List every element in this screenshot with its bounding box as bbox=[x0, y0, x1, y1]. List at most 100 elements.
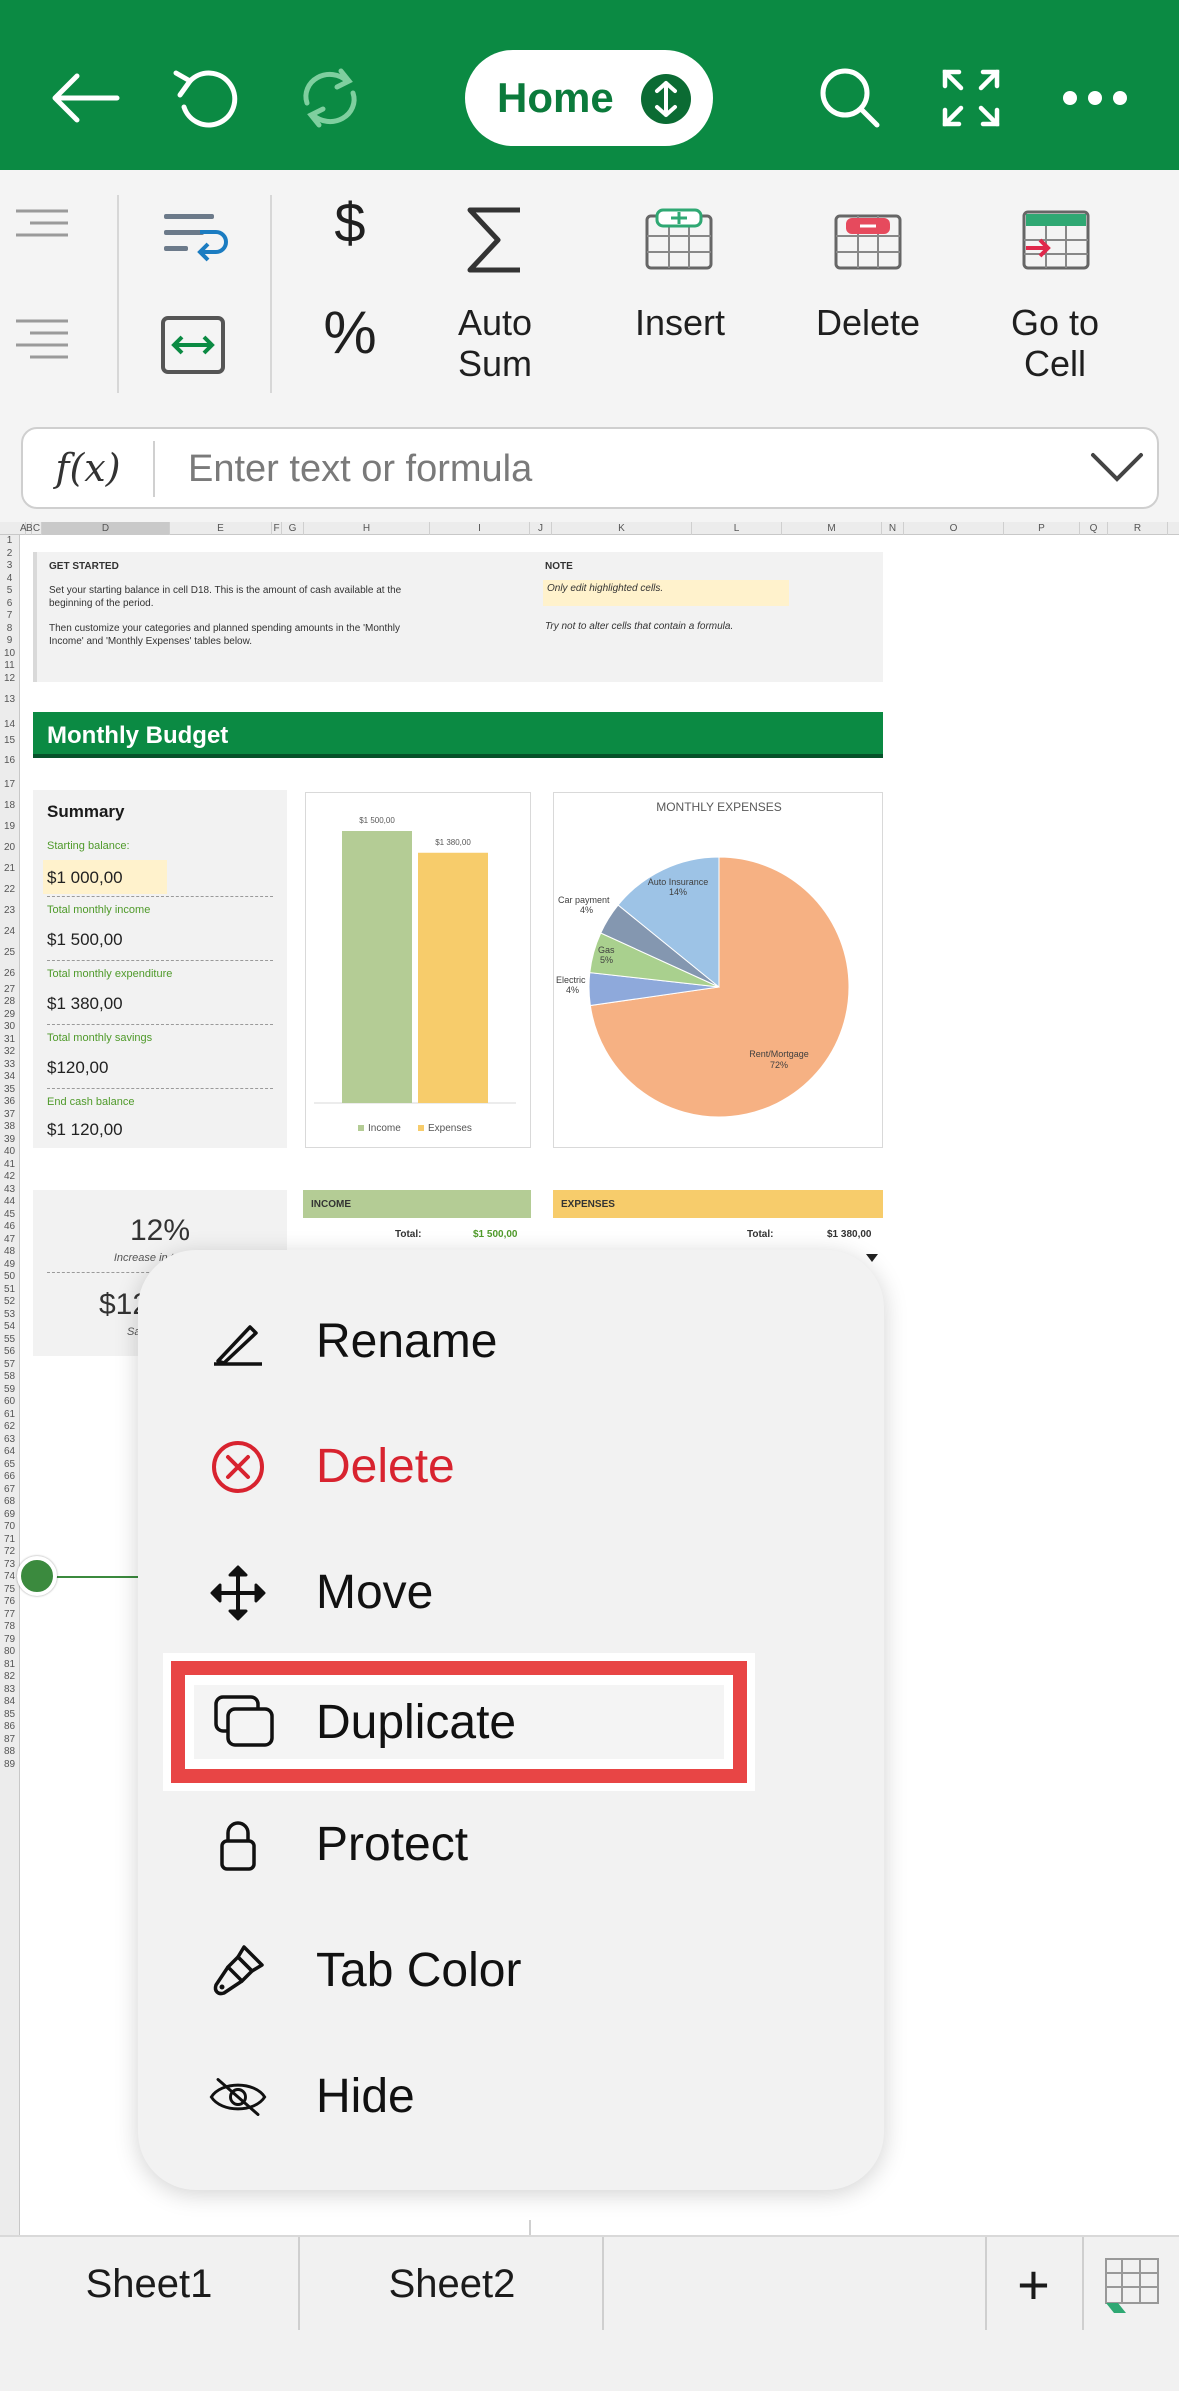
row-header[interactable]: 64 bbox=[0, 1446, 19, 1459]
row-header[interactable]: 38 bbox=[0, 1121, 19, 1134]
row-header[interactable]: 7 bbox=[0, 610, 19, 623]
wrap-text-icon[interactable] bbox=[160, 210, 230, 275]
tab-sheet2[interactable]: Sheet2 bbox=[302, 2237, 604, 2332]
row-header[interactable]: 89 bbox=[0, 1759, 19, 1772]
column-header[interactable]: E bbox=[170, 522, 272, 535]
row-header[interactable]: 8 bbox=[0, 623, 19, 636]
row-header[interactable]: 58 bbox=[0, 1371, 19, 1384]
column-header[interactable]: N bbox=[882, 522, 904, 535]
insert-button[interactable]: Insert bbox=[600, 302, 760, 343]
column-header[interactable]: R bbox=[1108, 522, 1168, 535]
row-header[interactable]: 17 bbox=[0, 774, 19, 795]
sheet-grid-icon[interactable] bbox=[1082, 2237, 1179, 2332]
row-header[interactable]: 72 bbox=[0, 1546, 19, 1559]
row-header[interactable]: 61 bbox=[0, 1409, 19, 1422]
row-header[interactable]: 30 bbox=[0, 1021, 19, 1034]
row-header[interactable]: 47 bbox=[0, 1234, 19, 1247]
row-header[interactable]: 88 bbox=[0, 1746, 19, 1759]
row-header[interactable]: 43 bbox=[0, 1184, 19, 1197]
column-header[interactable]: H bbox=[304, 522, 430, 535]
row-header[interactable]: 80 bbox=[0, 1646, 19, 1659]
menu-item-duplicate[interactable]: Duplicate bbox=[194, 1685, 724, 1759]
home-tab-selector[interactable]: Home bbox=[465, 50, 713, 146]
row-header[interactable]: 39 bbox=[0, 1134, 19, 1147]
row-header[interactable]: 71 bbox=[0, 1534, 19, 1547]
row-header[interactable]: 53 bbox=[0, 1309, 19, 1322]
merge-cells-icon[interactable] bbox=[160, 315, 226, 380]
row-header[interactable]: 14 bbox=[0, 715, 19, 735]
row-header[interactable]: 79 bbox=[0, 1634, 19, 1647]
percent-format-button[interactable]: % bbox=[310, 303, 390, 363]
column-header[interactable]: M bbox=[782, 522, 882, 535]
formula-input[interactable] bbox=[188, 447, 1048, 491]
undo-icon[interactable] bbox=[158, 48, 258, 148]
row-header[interactable]: 56 bbox=[0, 1346, 19, 1359]
column-header[interactable]: L bbox=[692, 522, 782, 535]
row-header[interactable]: 32 bbox=[0, 1046, 19, 1059]
row-header[interactable]: 15 bbox=[0, 735, 19, 748]
row-header[interactable]: 31 bbox=[0, 1034, 19, 1047]
starting-balance-value[interactable]: $1 000,00 bbox=[43, 860, 167, 894]
row-header[interactable]: 22 bbox=[0, 879, 19, 900]
row-header[interactable]: 84 bbox=[0, 1696, 19, 1709]
row-header[interactable]: 40 bbox=[0, 1146, 19, 1159]
row-header[interactable]: 78 bbox=[0, 1621, 19, 1634]
tab-sheet1[interactable]: Sheet1 bbox=[0, 2237, 300, 2332]
column-header[interactable]: Q bbox=[1080, 522, 1108, 535]
row-header[interactable]: 23 bbox=[0, 900, 19, 921]
row-header[interactable]: 28 bbox=[0, 996, 19, 1009]
row-header[interactable]: 73 bbox=[0, 1559, 19, 1572]
row-header[interactable]: 62 bbox=[0, 1421, 19, 1434]
row-header[interactable]: 18 bbox=[0, 795, 19, 816]
delete-cells-icon[interactable] bbox=[832, 208, 904, 277]
row-header[interactable]: 86 bbox=[0, 1721, 19, 1734]
redo-icon[interactable] bbox=[280, 48, 380, 148]
row-header[interactable]: 44 bbox=[0, 1196, 19, 1209]
go-to-cell-button[interactable]: Go to Cell bbox=[980, 302, 1130, 384]
row-header[interactable]: 46 bbox=[0, 1221, 19, 1234]
indent-lines-icon[interactable] bbox=[14, 318, 70, 373]
go-to-cell-icon[interactable] bbox=[1020, 208, 1092, 277]
menu-item-delete[interactable]: Delete bbox=[138, 1412, 884, 1522]
row-header[interactable]: 24 bbox=[0, 921, 19, 942]
menu-item-move[interactable]: Move bbox=[138, 1538, 884, 1648]
row-header[interactable]: 54 bbox=[0, 1321, 19, 1334]
row-header[interactable]: 1 bbox=[0, 535, 19, 548]
row-header[interactable]: 69 bbox=[0, 1509, 19, 1522]
row-header[interactable]: 59 bbox=[0, 1384, 19, 1397]
row-header[interactable]: 25 bbox=[0, 942, 19, 963]
row-header[interactable]: 52 bbox=[0, 1296, 19, 1309]
row-header[interactable]: 35 bbox=[0, 1084, 19, 1097]
bar-expenses[interactable] bbox=[418, 852, 488, 1103]
menu-item-hide[interactable]: Hide bbox=[138, 2042, 884, 2152]
income-expenses-bar-chart[interactable]: $1 500,00 $1 380,00 Income Expenses bbox=[305, 792, 531, 1148]
row-header[interactable]: 21 bbox=[0, 858, 19, 879]
row-header[interactable]: 82 bbox=[0, 1671, 19, 1684]
row-header[interactable]: 34 bbox=[0, 1071, 19, 1084]
row-header[interactable]: 4 bbox=[0, 573, 19, 586]
row-header[interactable]: 27 bbox=[0, 984, 19, 997]
row-header[interactable]: 37 bbox=[0, 1109, 19, 1122]
row-header[interactable]: 49 bbox=[0, 1259, 19, 1272]
column-header[interactable]: G bbox=[282, 522, 304, 535]
monthly-expenses-pie-chart[interactable]: MONTHLY EXPENSES Rent/Mortgage 72% Elect… bbox=[553, 792, 883, 1148]
row-header[interactable]: 13 bbox=[0, 685, 19, 715]
row-header[interactable]: 33 bbox=[0, 1059, 19, 1072]
column-header[interactable]: O bbox=[904, 522, 1004, 535]
column-header[interactable]: P bbox=[1004, 522, 1080, 535]
column-header[interactable]: D bbox=[42, 522, 170, 535]
row-header[interactable]: 87 bbox=[0, 1734, 19, 1747]
column-header[interactable]: J bbox=[530, 522, 552, 535]
row-header[interactable]: 68 bbox=[0, 1496, 19, 1509]
row-header[interactable]: 36 bbox=[0, 1096, 19, 1109]
more-icon[interactable] bbox=[1045, 48, 1145, 148]
row-header[interactable]: 60 bbox=[0, 1396, 19, 1409]
menu-item-protect[interactable]: Protect bbox=[138, 1790, 884, 1900]
row-header[interactable]: 10 bbox=[0, 648, 19, 661]
sigma-icon[interactable] bbox=[460, 200, 530, 285]
function-icon[interactable]: f(x) bbox=[23, 429, 153, 507]
row-header[interactable]: 57 bbox=[0, 1359, 19, 1372]
row-header[interactable]: 83 bbox=[0, 1684, 19, 1697]
row-header[interactable]: 67 bbox=[0, 1484, 19, 1497]
insert-cells-icon[interactable] bbox=[643, 208, 715, 277]
